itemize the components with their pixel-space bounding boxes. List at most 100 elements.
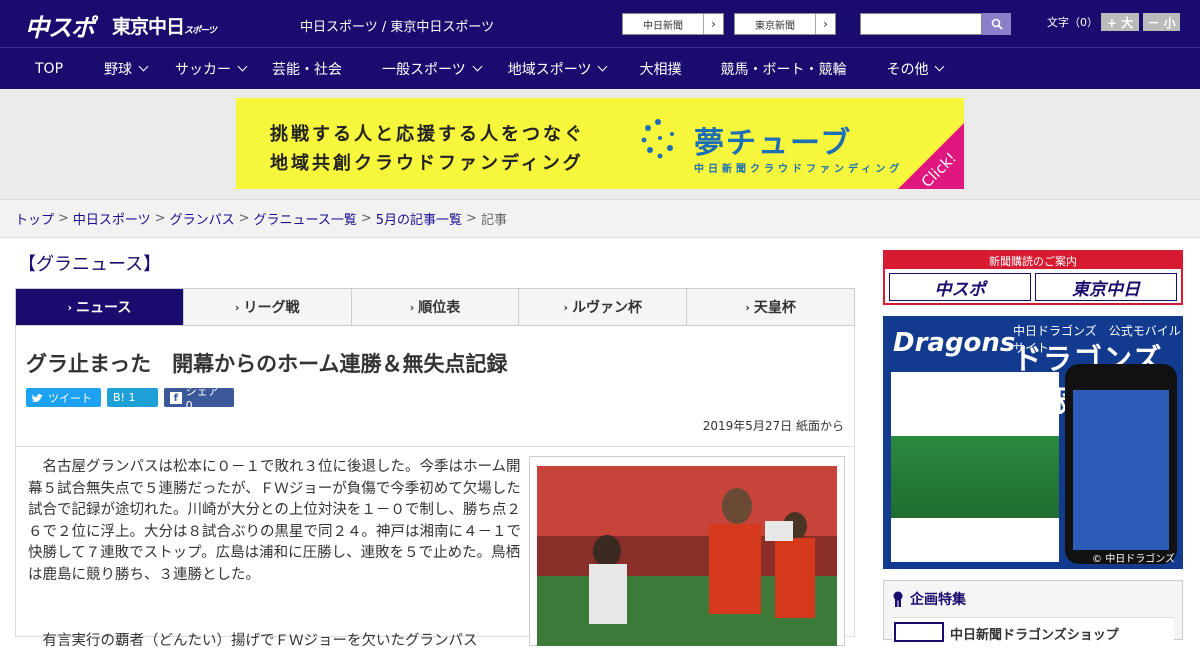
facebook-icon: f bbox=[170, 391, 182, 404]
tab-label: リーグ戦 bbox=[243, 300, 300, 316]
font-size-label: 文字（0） bbox=[1047, 16, 1098, 29]
article-photo[interactable] bbox=[537, 466, 837, 646]
nav-item-label: 一般スポーツ bbox=[382, 61, 466, 78]
special-item-label: 中日新聞ドラゴンズショップ bbox=[950, 628, 1119, 643]
breadcrumb-separator: > bbox=[238, 211, 250, 226]
font-larger-button[interactable]: + 大 bbox=[1101, 13, 1139, 31]
chevron-right-icon: › bbox=[234, 300, 240, 314]
nav-item-top[interactable]: TOP bbox=[35, 48, 63, 89]
nav-item-local-sports[interactable]: 地域スポーツ bbox=[507, 48, 608, 89]
breadcrumb-link[interactable]: 5月の記事一覧 bbox=[376, 209, 462, 228]
shop-thumbnail bbox=[894, 622, 944, 642]
tab-label: ルヴァン杯 bbox=[572, 300, 643, 316]
banner-area: 挑戦する人と応援する人をつなぐ 地域共創クラウドファンディング 夢チューブ 中日… bbox=[0, 89, 1200, 199]
tab-league[interactable]: › リーグ戦 bbox=[183, 289, 352, 325]
breadcrumb-link[interactable]: 中日スポーツ bbox=[73, 209, 151, 228]
tab-emperors-cup[interactable]: › 天皇杯 bbox=[687, 289, 854, 325]
hatena-bookmark-button[interactable]: B! 1 bbox=[107, 388, 158, 407]
baseball-field-image bbox=[891, 436, 1059, 518]
dragons-copyright: © 中日ドラゴンズ bbox=[1092, 554, 1175, 565]
nav-item-label: 競馬・ボート・競輪 bbox=[720, 61, 847, 78]
subscribe-chunichi-sports-logo[interactable]: 中スポ bbox=[889, 273, 1031, 301]
breadcrumb-separator: > bbox=[360, 211, 372, 226]
special-item-dragons-shop[interactable]: 中日新聞ドラゴンズショップ bbox=[892, 617, 1174, 643]
tab-levain-cup[interactable]: › ルヴァン杯 bbox=[519, 289, 688, 325]
special-features-title: 企画特集 bbox=[910, 592, 966, 608]
banner-line2: 地域共創クラウドファンディング bbox=[270, 153, 584, 174]
nav-item-other[interactable]: その他 bbox=[886, 48, 945, 89]
main-nav: TOP 野球 サッカー 芸能・社会 一般スポーツ 地域スポーツ 大相撲 競馬・ボ… bbox=[0, 47, 1200, 89]
facebook-label: シェア 0 bbox=[185, 385, 219, 412]
soccer-players-image bbox=[537, 466, 837, 646]
paper-link-label: 東京新聞 bbox=[755, 20, 795, 32]
tab-standings[interactable]: › 順位表 bbox=[351, 289, 520, 325]
search-button[interactable] bbox=[982, 13, 1011, 35]
tab-news[interactable]: › ニュース bbox=[16, 289, 184, 325]
nav-item-entertainment[interactable]: 芸能・社会 bbox=[272, 48, 342, 89]
article-photo-frame bbox=[529, 456, 845, 646]
tab-label: 順位表 bbox=[418, 300, 461, 316]
phone-screen-image bbox=[1073, 390, 1169, 550]
tweet-button[interactable]: ツイート bbox=[26, 388, 101, 407]
chevron-down-icon bbox=[237, 61, 248, 72]
tokyo-shimbun-link[interactable]: 東京新聞 › bbox=[734, 13, 836, 35]
breadcrumb-link[interactable]: グラニュース一覧 bbox=[254, 209, 357, 228]
nav-item-baseball[interactable]: 野球 bbox=[104, 48, 149, 89]
nav-item-label: 野球 bbox=[104, 61, 133, 78]
subscribe-tokyo-chunichi-logo[interactable]: 東京中日 bbox=[1035, 273, 1177, 301]
tokyo-logo-text: 東京中日 bbox=[112, 16, 185, 38]
dots-logo-icon bbox=[641, 119, 674, 159]
nav-item-racing[interactable]: 競馬・ボート・競輪 bbox=[720, 48, 846, 89]
site-title: 中日スポーツ / 東京中日スポーツ bbox=[300, 20, 495, 35]
dragons-logo: Dragons bbox=[893, 328, 1016, 358]
special-features-box: 企画特集 中日新聞ドラゴンズショップ bbox=[883, 580, 1183, 643]
breadcrumb-current: 記事 bbox=[480, 213, 507, 228]
chevron-down-icon bbox=[598, 61, 608, 72]
top-header: 中スポ 東京中日スポーツ 中日スポーツ / 東京中日スポーツ 中日新聞 › 東京… bbox=[0, 0, 1200, 47]
nav-item-general-sports[interactable]: 一般スポーツ bbox=[382, 48, 483, 89]
breadcrumb-separator: > bbox=[154, 211, 166, 226]
nav-item-label: 大相撲 bbox=[639, 61, 682, 78]
chevron-down-icon bbox=[935, 61, 945, 72]
chevron-down-icon bbox=[472, 61, 483, 72]
ribbon-icon bbox=[893, 591, 903, 607]
article-paragraph: 名古屋グランパスは松本に０－１で敗れ３位に後退した。今季はホーム開幕５試合無失点… bbox=[28, 459, 521, 583]
breadcrumb: トップ > 中日スポーツ > グランパス > グラニュース一覧 > 5月の記事一覧 > 記… bbox=[0, 199, 1200, 238]
nav-item-label: サッカー bbox=[175, 61, 232, 78]
nav-item-sumo[interactable]: 大相撲 bbox=[639, 48, 681, 89]
main-column: 【グラニュース】 › ニュース › リーグ戦 › 順位表 › ルヴァン杯 › 天皇杯 グラ… bbox=[15, 240, 855, 649]
nav-item-label: TOP bbox=[35, 60, 64, 77]
chunichi-sports-logo[interactable]: 中スポ bbox=[25, 8, 95, 43]
hatena-label: B! 1 bbox=[113, 391, 136, 404]
article-body: 名古屋グランパスは松本に０－１で敗れ３位に後退した。今季はホーム開幕５試合無失点… bbox=[16, 446, 854, 649]
tab-label: ニュース bbox=[76, 300, 132, 316]
nav-item-label: 地域スポーツ bbox=[507, 61, 592, 78]
chevron-right-icon: › bbox=[409, 300, 415, 314]
breadcrumb-link[interactable]: グランパス bbox=[170, 209, 235, 228]
chunichi-shimbun-link[interactable]: 中日新聞 › bbox=[622, 13, 724, 35]
breadcrumb-separator: > bbox=[466, 211, 477, 226]
facebook-share-button[interactable]: f シェア 0 bbox=[164, 385, 234, 412]
chevron-right-icon: › bbox=[703, 14, 723, 34]
nav-item-soccer[interactable]: サッカー bbox=[175, 48, 248, 89]
special-features-head: 企画特集 bbox=[884, 581, 1182, 617]
category-title: 【グラニュース】 bbox=[18, 254, 162, 275]
share-buttons: ツイート B! 1 f シェア 0 bbox=[16, 378, 854, 412]
nav-item-label: 芸能・社会 bbox=[272, 61, 343, 78]
article: グラ止まった 開幕からのホーム連勝＆無失点記録 ツイート B! 1 f シェア … bbox=[15, 326, 855, 649]
article-headline: グラ止まった 開幕からのホーム連勝＆無失点記録 bbox=[26, 352, 508, 376]
chevron-right-icon: › bbox=[67, 300, 73, 314]
subscription-box[interactable]: 新聞購読のご案内 中スポ 東京中日 bbox=[883, 250, 1183, 305]
chevron-down-icon bbox=[138, 61, 149, 72]
font-smaller-button[interactable]: － 小 bbox=[1143, 13, 1180, 31]
dragons-mobile-ad[interactable]: Dragons 中日ドラゴンズ 公式モバイルサイト ドラゴンズ情報 © 中日ドラ… bbox=[883, 316, 1183, 569]
nav-item-label: その他 bbox=[886, 61, 929, 78]
breadcrumb-link[interactable]: トップ bbox=[15, 209, 54, 228]
article-paragraph: 有言実行の覇者（どんたい）揚げでＦＷジョーを欠いたグランパス bbox=[42, 633, 478, 649]
chevron-right-icon: › bbox=[745, 300, 750, 314]
search-input[interactable] bbox=[860, 13, 982, 35]
crowdfunding-banner[interactable]: 挑戦する人と応援する人をつなぐ 地域共創クラウドファンディング 夢チューブ 中日… bbox=[236, 98, 964, 189]
category-tabs: › ニュース › リーグ戦 › 順位表 › ルヴァン杯 › 天皇杯 bbox=[15, 288, 855, 326]
tokyo-chunichi-logo[interactable]: 東京中日スポーツ bbox=[112, 12, 217, 39]
banner-sub: 中日新聞クラウドファンディング bbox=[694, 164, 904, 175]
